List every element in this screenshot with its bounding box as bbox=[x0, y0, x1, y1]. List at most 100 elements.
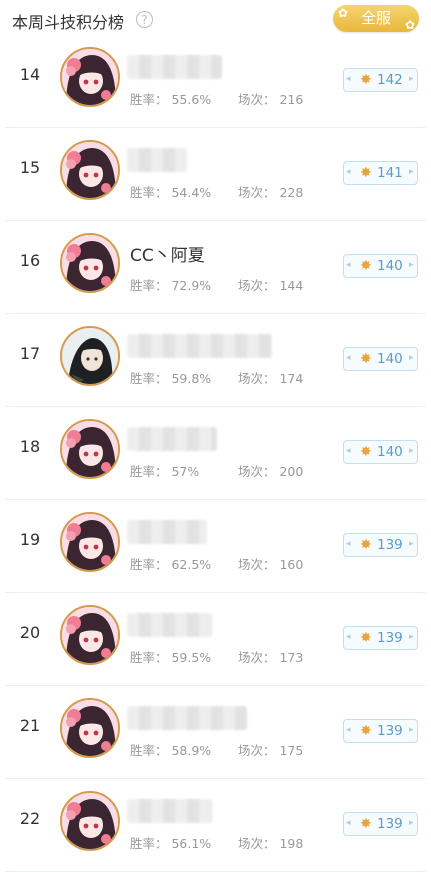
table-row[interactable]: 15 胜率： 54.4% 场次： 228 ◂ ✸ 141 ▸ bbox=[0, 128, 431, 221]
leaderboard-list: 14 胜率： 55.6% 场次： 216 ◂ ✸ 142 ▸ 15 胜率： 54.4% 场次： 2… bbox=[0, 35, 431, 872]
player-name-blurred bbox=[127, 334, 272, 358]
score-value: 140 bbox=[377, 258, 403, 274]
maple-leaf-icon: ✸ bbox=[360, 351, 372, 367]
player-name-blurred bbox=[127, 55, 222, 79]
badge-ornament-icon: ▸ bbox=[409, 353, 414, 363]
badge-ornament-icon: ▸ bbox=[409, 818, 414, 828]
player-name: CC丶阿夏 bbox=[130, 246, 205, 266]
badge-ornament-icon: ◂ bbox=[346, 260, 351, 270]
rank-number: 21 bbox=[19, 716, 41, 735]
badge-ornament-icon: ◂ bbox=[346, 353, 351, 363]
table-row[interactable]: 17 胜率： 59.8% 场次： 174 ◂ ✸ 140 ▸ bbox=[0, 314, 431, 407]
score-value: 140 bbox=[377, 444, 403, 460]
winrate-stat: 胜率： 58.9% bbox=[130, 743, 212, 758]
rank-number: 16 bbox=[19, 251, 41, 270]
games-stat: 场次： 173 bbox=[238, 650, 304, 665]
avatar[interactable] bbox=[60, 140, 120, 200]
maple-leaf-icon: ✸ bbox=[360, 816, 372, 832]
rank-number: 15 bbox=[19, 158, 41, 177]
avatar[interactable] bbox=[60, 419, 120, 479]
score-badge: ◂ ✸ 139 ▸ bbox=[343, 626, 418, 650]
rank-number: 18 bbox=[19, 437, 41, 456]
player-name-blurred bbox=[127, 706, 247, 730]
score-badge: ◂ ✸ 140 ▸ bbox=[343, 440, 418, 464]
maple-leaf-icon: ✸ bbox=[360, 444, 372, 460]
badge-ornament-icon: ◂ bbox=[346, 74, 351, 84]
score-value: 139 bbox=[377, 630, 403, 646]
rank-number: 19 bbox=[19, 530, 41, 549]
score-badge: ◂ ✸ 139 ▸ bbox=[343, 533, 418, 557]
score-badge: ◂ ✸ 139 ▸ bbox=[343, 719, 418, 743]
player-name-blurred bbox=[127, 613, 212, 637]
winrate-stat: 胜率： 72.9% bbox=[130, 278, 212, 293]
table-row[interactable]: 21 胜率： 58.9% 场次： 175 ◂ ✸ 139 ▸ bbox=[0, 686, 431, 779]
games-stat: 场次： 198 bbox=[238, 836, 304, 851]
player-name-blurred bbox=[127, 520, 207, 544]
badge-ornament-icon: ▸ bbox=[409, 632, 414, 642]
avatar[interactable] bbox=[60, 47, 120, 107]
player-name-blurred bbox=[127, 427, 217, 451]
score-badge: ◂ ✸ 140 ▸ bbox=[343, 254, 418, 278]
maple-leaf-icon: ✸ bbox=[360, 258, 372, 274]
table-row[interactable]: 20 胜率： 59.5% 场次： 173 ◂ ✸ 139 ▸ bbox=[0, 593, 431, 686]
score-value: 142 bbox=[377, 72, 403, 88]
rank-number: 14 bbox=[19, 65, 41, 84]
maple-leaf-icon: ✸ bbox=[360, 630, 372, 646]
badge-ornament-icon: ◂ bbox=[346, 725, 351, 735]
score-value: 141 bbox=[377, 165, 403, 181]
badge-ornament-icon: ◂ bbox=[346, 632, 351, 642]
badge-ornament-icon: ◂ bbox=[346, 539, 351, 549]
table-row[interactable]: 16 CC丶阿夏胜率： 72.9% 场次： 144 ◂ ✸ 140 ▸ bbox=[0, 221, 431, 314]
score-badge: ◂ ✸ 139 ▸ bbox=[343, 812, 418, 836]
maple-leaf-icon: ✸ bbox=[360, 723, 372, 739]
games-stat: 场次： 216 bbox=[238, 92, 304, 107]
avatar[interactable] bbox=[60, 698, 120, 758]
table-row[interactable]: 18 胜率： 57% 场次： 200 ◂ ✸ 140 ▸ bbox=[0, 407, 431, 500]
games-stat: 场次： 144 bbox=[238, 278, 304, 293]
avatar[interactable] bbox=[60, 233, 120, 293]
rank-number: 17 bbox=[19, 344, 41, 363]
avatar[interactable] bbox=[60, 605, 120, 665]
rank-number: 22 bbox=[19, 809, 41, 828]
badge-ornament-icon: ▸ bbox=[409, 74, 414, 84]
winrate-stat: 胜率： 57% bbox=[130, 464, 200, 479]
page-title: 本周斗技积分榜 bbox=[12, 13, 125, 32]
score-value: 139 bbox=[377, 537, 403, 553]
score-badge: ◂ ✸ 141 ▸ bbox=[343, 161, 418, 185]
winrate-stat: 胜率： 59.8% bbox=[130, 371, 212, 386]
flower-decoration-icon: ✿ bbox=[338, 6, 349, 20]
help-icon[interactable]: ? bbox=[136, 11, 153, 28]
score-badge: ◂ ✸ 142 ▸ bbox=[343, 68, 418, 92]
score-value: 140 bbox=[377, 351, 403, 367]
badge-ornament-icon: ◂ bbox=[346, 446, 351, 456]
badge-ornament-icon: ▸ bbox=[409, 167, 414, 177]
games-stat: 场次： 228 bbox=[238, 185, 304, 200]
winrate-stat: 胜率： 62.5% bbox=[130, 557, 212, 572]
rank-number: 20 bbox=[19, 623, 41, 642]
badge-ornament-icon: ▸ bbox=[409, 539, 414, 549]
table-row[interactable]: 19 胜率： 62.5% 场次： 160 ◂ ✸ 139 ▸ bbox=[0, 500, 431, 593]
badge-ornament-icon: ▸ bbox=[409, 725, 414, 735]
player-name-blurred bbox=[127, 148, 187, 172]
games-stat: 场次： 200 bbox=[238, 464, 304, 479]
winrate-stat: 胜率： 56.1% bbox=[130, 836, 212, 851]
server-scope-button[interactable]: ✿ ✿ 全服 bbox=[333, 5, 419, 32]
avatar[interactable] bbox=[60, 326, 120, 386]
maple-leaf-icon: ✸ bbox=[360, 72, 372, 88]
badge-ornament-icon: ◂ bbox=[346, 818, 351, 828]
badge-ornament-icon: ▸ bbox=[409, 446, 414, 456]
table-row[interactable]: 14 胜率： 55.6% 场次： 216 ◂ ✸ 142 ▸ bbox=[0, 35, 431, 128]
avatar[interactable] bbox=[60, 791, 120, 851]
player-name-blurred bbox=[127, 799, 212, 823]
flower-decoration-icon: ✿ bbox=[404, 18, 415, 32]
score-value: 139 bbox=[377, 816, 403, 832]
winrate-stat: 胜率： 55.6% bbox=[130, 92, 212, 107]
leaderboard-header: 本周斗技积分榜 ? ✿ ✿ 全服 bbox=[0, 0, 431, 40]
games-stat: 场次： 174 bbox=[238, 371, 304, 386]
server-scope-label: 全服 bbox=[360, 9, 391, 27]
avatar[interactable] bbox=[60, 512, 120, 572]
badge-ornament-icon: ◂ bbox=[346, 167, 351, 177]
winrate-stat: 胜率： 59.5% bbox=[130, 650, 212, 665]
table-row[interactable]: 22 胜率： 56.1% 场次： 198 ◂ ✸ 139 ▸ bbox=[0, 779, 431, 872]
badge-ornament-icon: ▸ bbox=[409, 260, 414, 270]
